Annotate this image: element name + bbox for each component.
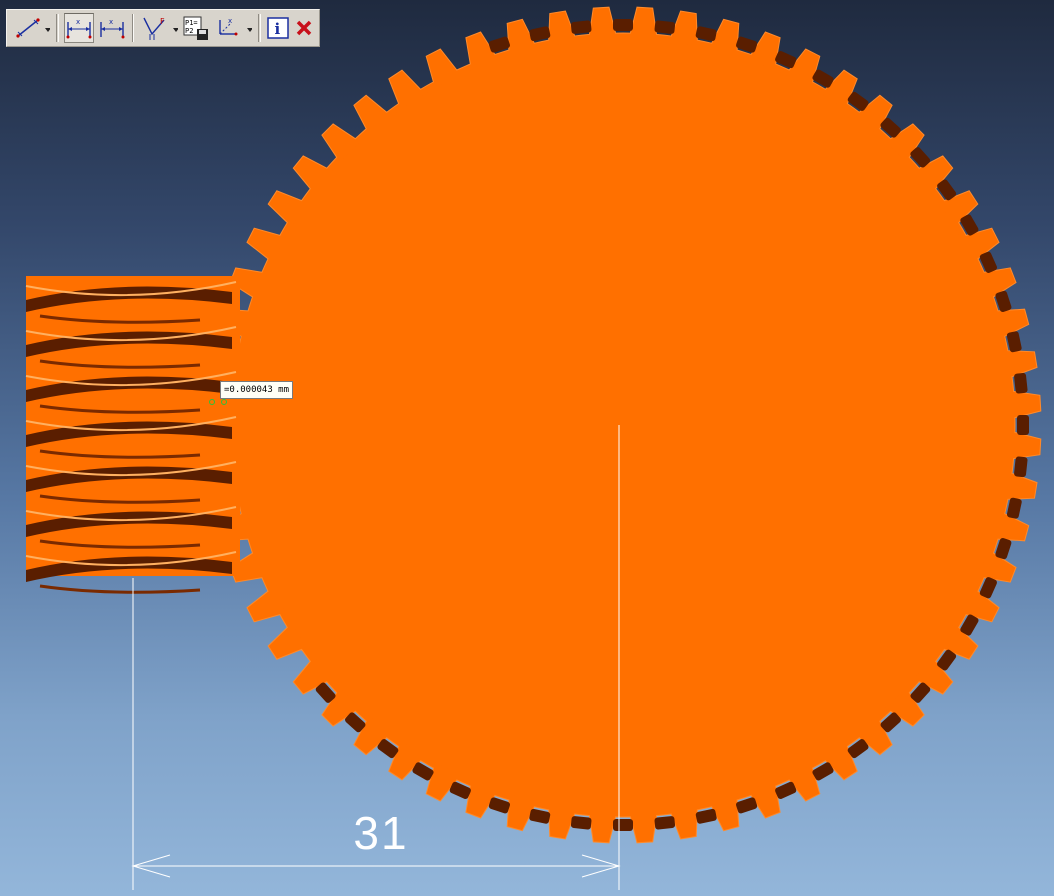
gear-tooth-gap — [529, 26, 551, 42]
gear-tooth-gap — [1014, 372, 1028, 394]
dropdown-arrow-icon — [45, 28, 50, 32]
gear-tooth-gap — [570, 816, 592, 830]
info-button[interactable]: i — [266, 13, 290, 43]
worm-gear[interactable] — [25, 276, 240, 594]
svg-text:x: x — [76, 18, 80, 26]
close-icon — [296, 20, 312, 36]
gear-tooth-gap — [654, 816, 676, 830]
svg-text:P1=: P1= — [185, 19, 198, 27]
gear-tooth-gap — [695, 808, 717, 824]
scene-canvas[interactable] — [0, 0, 1054, 896]
measure-horizontal-button[interactable]: x — [63, 13, 94, 43]
angle-measure-icon: F — [143, 17, 179, 40]
gear-tooth-gap — [1014, 456, 1028, 478]
gear-tooth-gap — [654, 20, 676, 34]
gear-tooth-gap — [613, 819, 633, 831]
close-button[interactable] — [293, 13, 315, 43]
measure-distance-button[interactable] — [11, 13, 51, 43]
svg-text:F: F — [160, 17, 165, 26]
measure-distance-icon — [16, 18, 50, 38]
info-icon: i — [267, 17, 289, 39]
dimension-value-label: 31 — [353, 807, 409, 859]
coordinate-system-button[interactable]: x — [213, 13, 253, 43]
dropdown-arrow-icon — [173, 28, 179, 32]
horizontal-dimension-icon: x — [66, 18, 92, 39]
gear-tooth-gap — [1006, 331, 1022, 353]
svg-text:x: x — [228, 17, 232, 25]
save-points-button[interactable]: P1= P2 — [182, 13, 210, 43]
measurement-readout: =0.000043 mm — [220, 381, 294, 399]
p1-p2-save-icon: P1= P2 — [183, 16, 209, 40]
3d-viewport[interactable]: =0.000043 mm 31 — [0, 0, 1054, 896]
svg-text:x: x — [109, 18, 113, 26]
svg-text:P2: P2 — [185, 27, 193, 35]
measure-toolbar: x x F P1= P2 x i — [6, 9, 320, 47]
measure-angle-button[interactable]: F — [139, 13, 179, 43]
horizontal-dimension-alt-icon: x — [99, 18, 125, 39]
spur-gear[interactable] — [204, 6, 1042, 844]
gear-tooth-gap — [570, 20, 592, 34]
worm-thread-edge — [39, 584, 201, 594]
gear-tooth-gap — [695, 26, 717, 42]
gear-tooth-gap — [1006, 497, 1022, 519]
spur-gear-face — [237, 39, 1009, 811]
dropdown-arrow-icon — [247, 28, 253, 32]
toolbar-separator — [258, 14, 262, 42]
toolbar-separator — [131, 14, 135, 42]
gear-tooth-gap — [1017, 415, 1029, 435]
measure-horizontal-alt-button[interactable]: x — [97, 13, 127, 43]
toolbar-separator — [56, 14, 59, 42]
gear-tooth-gap — [529, 808, 551, 824]
svg-text:i: i — [275, 20, 281, 38]
coordinate-axes-icon: x — [219, 17, 253, 36]
gear-tooth-gap — [613, 19, 633, 31]
